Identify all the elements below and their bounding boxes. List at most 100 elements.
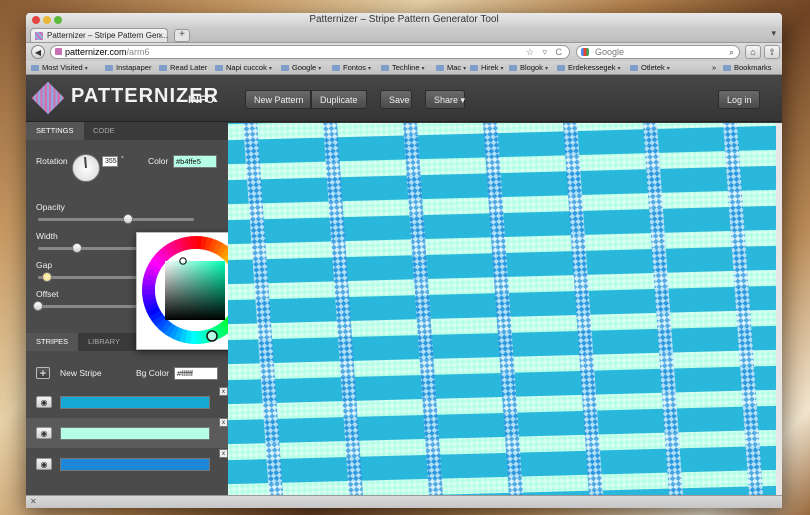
stripe-row[interactable]: ◉ x (26, 418, 228, 448)
page-icon (105, 65, 113, 71)
visibility-eye-icon[interactable]: ◉ (36, 396, 52, 408)
gap-slider-knob[interactable] (42, 272, 53, 282)
zoom-window-button[interactable] (54, 16, 62, 24)
browser-window: Patternizer – Stripe Pattern Generator T… (26, 13, 782, 508)
new-tab-button[interactable]: + (174, 29, 190, 42)
close-addon-bar-icon[interactable]: ✕ (30, 497, 37, 506)
tab-list-icon[interactable]: ▾ (771, 28, 776, 39)
tab-label: Patternizer – Stripe Pattern Gen... (47, 31, 168, 40)
bookmark-otletek[interactable]: Otletek ▾ (630, 62, 670, 75)
folder-icon (332, 65, 340, 71)
remove-stripe-icon[interactable]: x (219, 387, 228, 396)
bookmark-techline[interactable]: Techline ▾ (381, 62, 425, 75)
width-slider-knob[interactable] (72, 243, 82, 253)
tab-bar: Patternizer – Stripe Pattern Gen... × + … (26, 27, 782, 43)
rotation-label: Rotation (36, 156, 68, 166)
duplicate-button[interactable]: Duplicate (311, 90, 367, 109)
bookmark-fontos[interactable]: Fontos ▾ (332, 62, 371, 75)
bookmarks-bar: Most Visited ▾ Instapaper Read Later Napi… (26, 61, 782, 75)
bookmark-napi-cuccok[interactable]: Napi cuccok ▾ (215, 62, 272, 75)
rotation-value[interactable]: 355 (102, 156, 118, 167)
hue-marker[interactable] (206, 330, 218, 342)
bookmark-hirek[interactable]: Hirek ▾ (470, 62, 504, 75)
add-stripe-button[interactable]: + (36, 367, 50, 379)
bookmark-instapaper[interactable]: Instapaper (105, 62, 151, 73)
settings-tabs: SETTINGS CODE (26, 122, 228, 140)
bookmark-google[interactable]: Google ▾ (281, 62, 321, 75)
settings-sidebar: SETTINGS CODE Rotation 355 ° Color #b4ff… (26, 122, 256, 508)
title-bar: Patternizer – Stripe Pattern Generator T… (26, 13, 782, 27)
page-icon (159, 65, 167, 71)
folder-icon (557, 65, 565, 71)
google-icon (581, 48, 589, 56)
navigation-bar: ◀ patternizer.com/arm6 ☆ ▿ C Google ⌕ ⌂ … (26, 43, 782, 61)
folder-icon (630, 65, 638, 71)
page-scrollbar[interactable] (776, 123, 782, 495)
tab-close-icon[interactable]: × (158, 29, 163, 42)
gap-label: Gap (36, 260, 53, 270)
extension-button[interactable]: ⇧ (764, 45, 780, 59)
close-window-button[interactable] (32, 16, 40, 24)
bookmarks-overflow[interactable]: » (712, 62, 716, 73)
share-button[interactable]: Share ▾ (425, 90, 465, 109)
pattern-preview[interactable] (228, 123, 776, 495)
search-input[interactable]: Google ⌕ (576, 45, 740, 59)
folder-icon (436, 65, 444, 71)
bookmark-erdekessegek[interactable]: Erdekessegek ▾ (557, 62, 621, 75)
bookmarks-icon (723, 65, 731, 71)
new-stripe-label[interactable]: New Stripe (60, 368, 102, 378)
bookmarks-menu[interactable]: Bookmarks (723, 62, 772, 73)
tab-code[interactable]: CODE (83, 122, 125, 140)
tab-patternizer[interactable]: Patternizer – Stripe Pattern Gen... × (30, 28, 168, 42)
offset-slider-knob[interactable] (33, 301, 43, 311)
opacity-slider-track[interactable] (38, 218, 194, 221)
folder-icon (281, 65, 289, 71)
pattern-canvas[interactable] (228, 123, 776, 495)
bookmark-star-icon[interactable]: ☆ ▿ C (526, 46, 565, 58)
color-label: Color (148, 156, 169, 166)
url-host: patternizer.com (65, 47, 127, 57)
bookmark-mac[interactable]: Mac ▾ (436, 62, 466, 75)
login-button[interactable]: Log in (718, 90, 760, 109)
search-icon[interactable]: ⌕ (729, 46, 734, 58)
status-bar: ✕ (26, 495, 782, 508)
new-pattern-button[interactable]: New Pattern (245, 90, 311, 109)
rotation-dial[interactable] (72, 154, 100, 182)
stripe-color-swatch[interactable] (60, 458, 210, 471)
visibility-eye-icon[interactable]: ◉ (36, 427, 52, 439)
save-button[interactable]: Save (380, 90, 412, 109)
bookmark-blogok[interactable]: Blogok ▾ (509, 62, 548, 75)
stripe-color-swatch[interactable] (60, 396, 210, 409)
folder-icon (509, 65, 517, 71)
remove-stripe-icon[interactable]: x (219, 418, 228, 427)
bg-color-input[interactable]: #ffffff (174, 367, 218, 380)
patternizer-favicon-icon (35, 32, 43, 40)
color-input[interactable]: #b4ffe5 (173, 155, 217, 168)
folder-icon (31, 65, 39, 71)
url-path: /arm6 (126, 47, 150, 57)
patternizer-logo-icon[interactable] (31, 81, 65, 115)
stripe-row[interactable]: ◉ x (26, 387, 228, 417)
tab-settings[interactable]: SETTINGS (26, 122, 84, 140)
minimize-window-button[interactable] (43, 16, 51, 24)
home-button[interactable]: ⌂ (745, 45, 761, 59)
info-link[interactable]: INFO (188, 94, 214, 106)
patternizer-app: PATTERNIZER INFO New Pattern Duplicate S… (26, 75, 782, 508)
visibility-eye-icon[interactable]: ◉ (36, 458, 52, 470)
opacity-slider-knob[interactable] (123, 214, 134, 224)
back-button[interactable]: ◀ (31, 45, 45, 59)
folder-icon (381, 65, 389, 71)
bookmark-read-later[interactable]: Read Later (159, 62, 207, 73)
offset-label: Offset (36, 289, 59, 299)
folder-icon (470, 65, 478, 71)
opacity-label: Opacity (36, 202, 65, 212)
tab-library[interactable]: LIBRARY (78, 333, 130, 351)
tab-stripes[interactable]: STRIPES (26, 333, 79, 351)
stripe-row[interactable]: ◉ x (26, 449, 228, 479)
remove-stripe-icon[interactable]: x (219, 449, 228, 458)
url-bar[interactable]: patternizer.com/arm6 ☆ ▿ C (50, 45, 570, 59)
search-placeholder: Google (595, 47, 625, 57)
bookmark-most-visited[interactable]: Most Visited ▾ (31, 62, 88, 75)
width-label: Width (36, 231, 58, 241)
stripe-color-swatch[interactable] (60, 427, 210, 440)
